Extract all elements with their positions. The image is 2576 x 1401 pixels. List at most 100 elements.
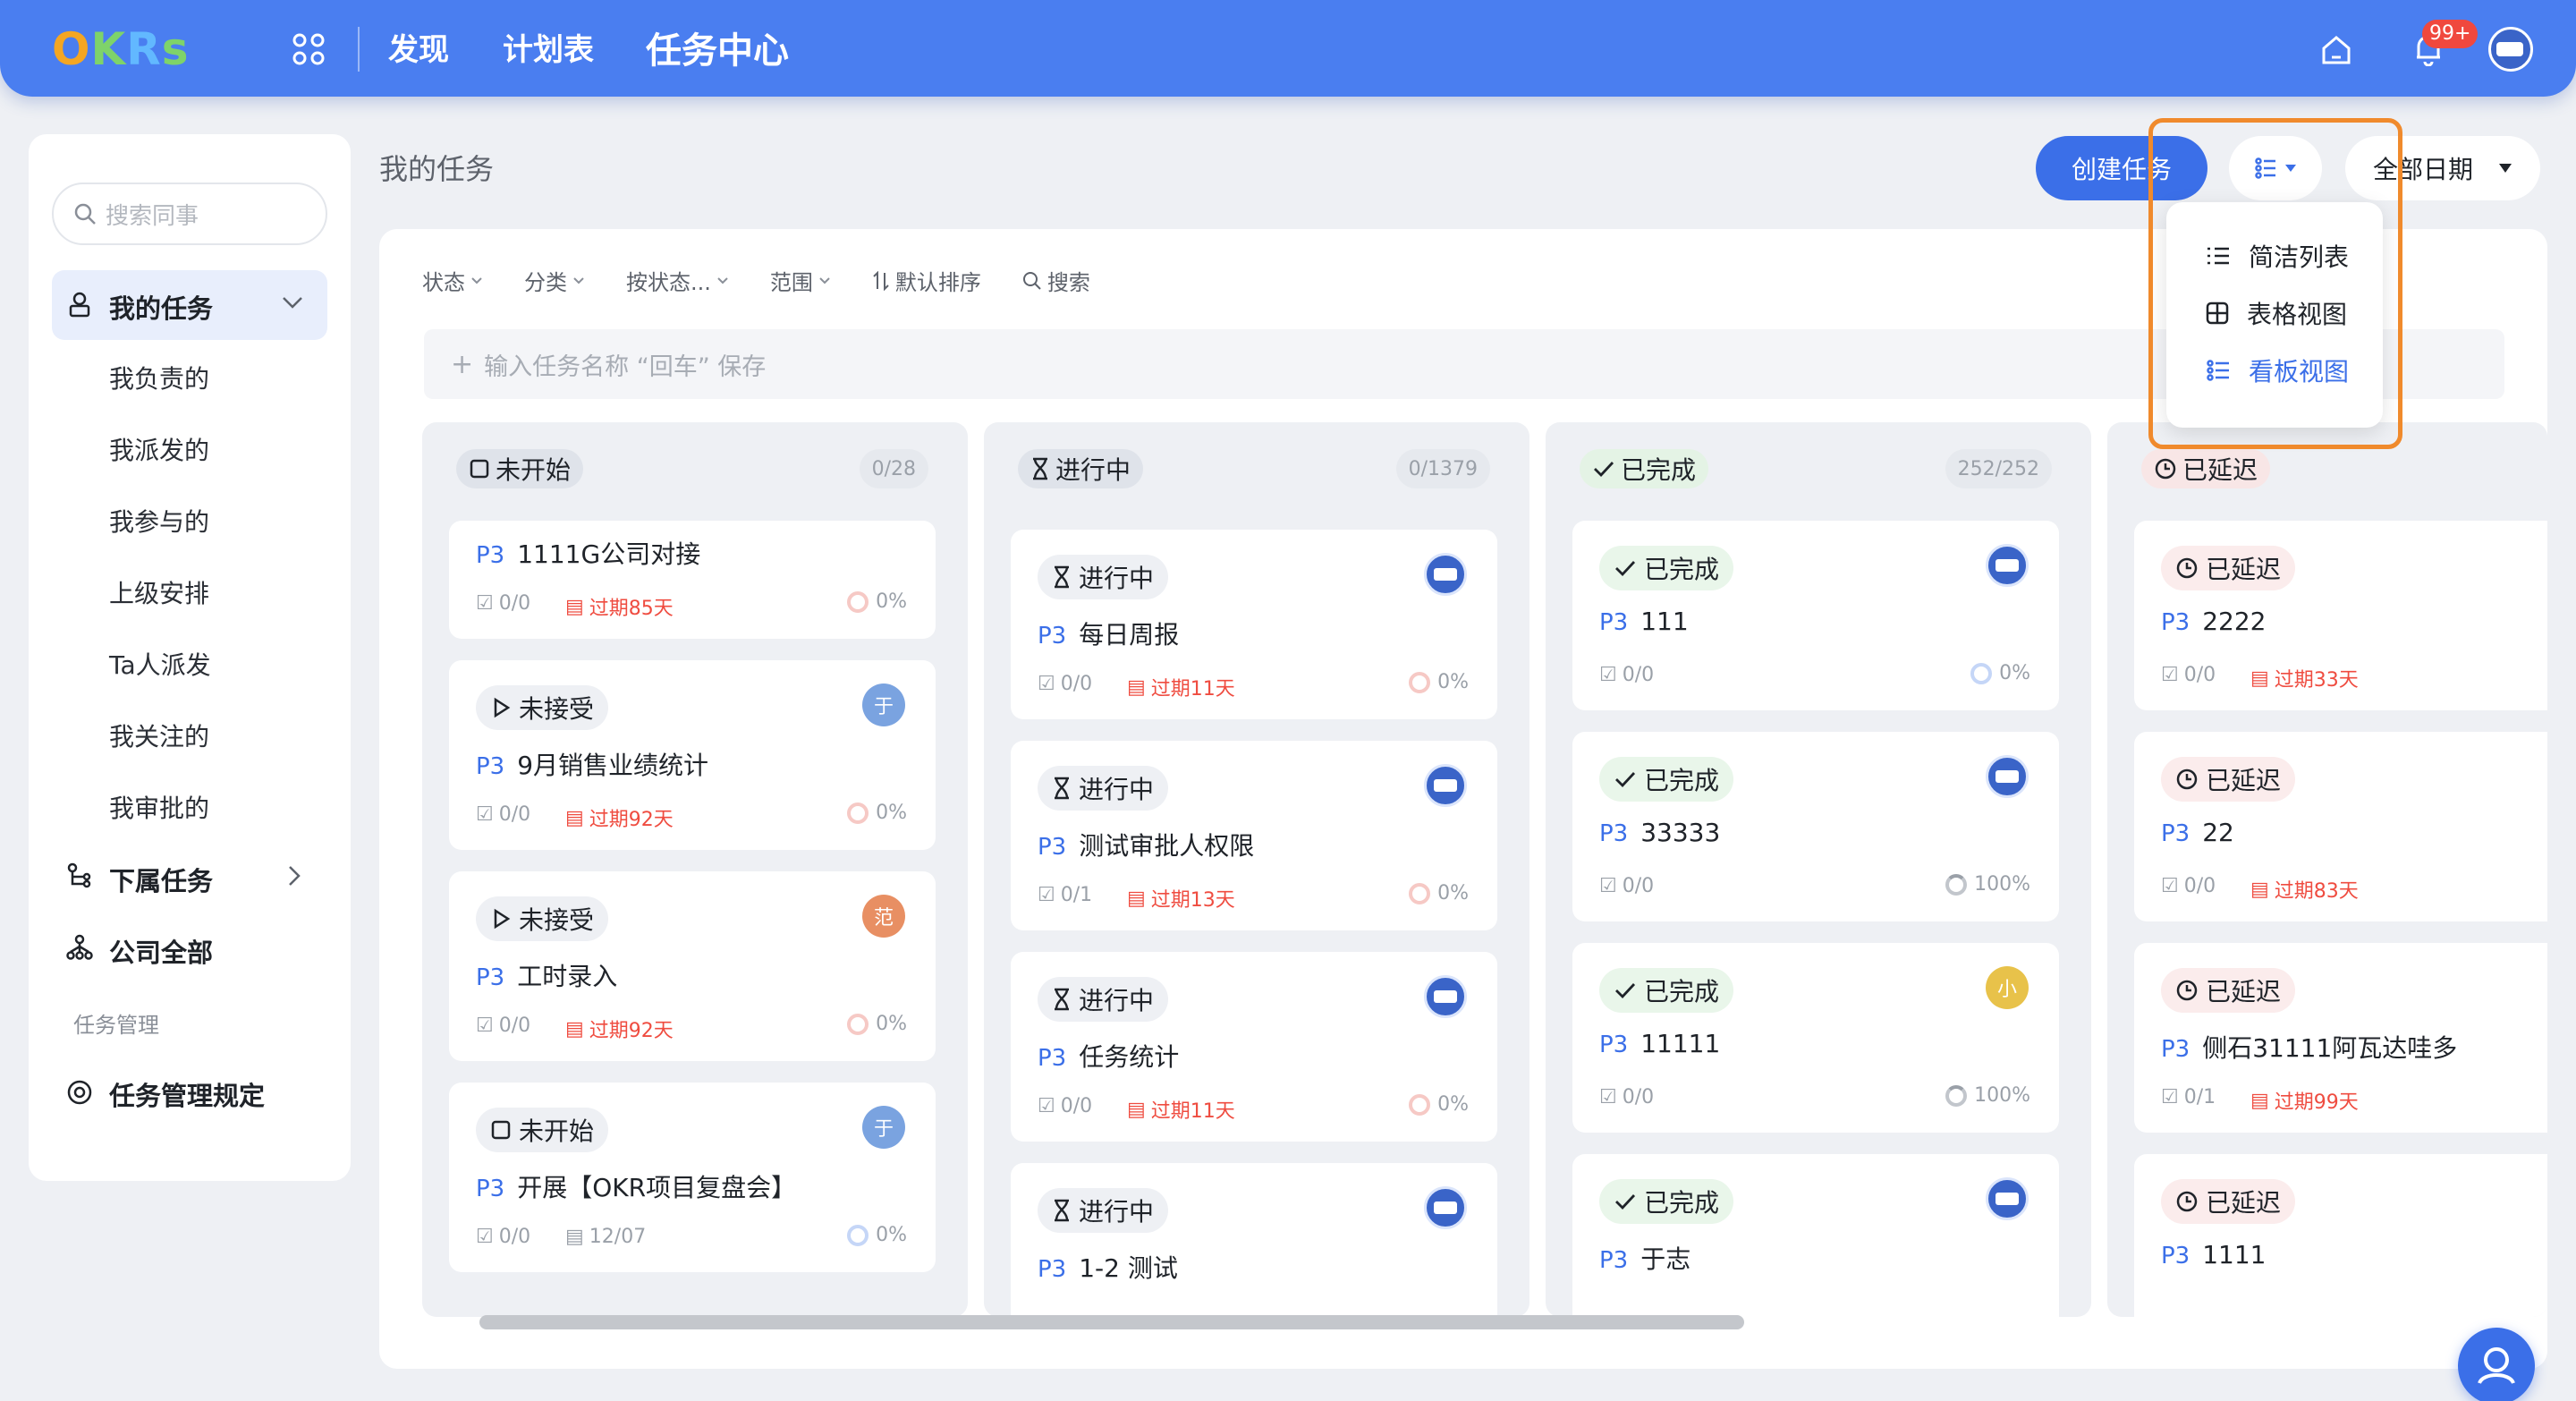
subtask-count: ☑ 0/0 <box>476 803 531 826</box>
nav-planner[interactable]: 计划表 <box>503 25 594 69</box>
square-icon <box>491 1120 511 1140</box>
task-card[interactable]: 已延迟 P3 1111 <box>2134 1154 2547 1317</box>
task-card[interactable]: 进行中 P3 1-2 测试 <box>1011 1163 1497 1317</box>
task-card[interactable]: 已完成 P3 111 ☑ 0/0 0% <box>1572 521 2059 710</box>
task-title: P3 1-2 测试 <box>1038 1253 1178 1283</box>
column-header: 已完成 <box>1580 449 1709 488</box>
task-card[interactable]: 未开始 于 P3 开展【OKR项目复盘会】 ☑ 0/0 ▤ 12/07 0% <box>449 1083 936 1272</box>
app-logo[interactable]: OKRs <box>52 23 190 75</box>
task-card[interactable]: 已延迟 P3 侧石31111阿瓦达哇多 ☑ 0/1 ▤ 过期99天 <box>2134 943 2547 1133</box>
hourglass-icon <box>1055 777 1069 800</box>
task-title: P3 开展【OKR项目复盘会】 <box>476 1173 797 1202</box>
due-date: ▤ 过期33天 <box>2250 667 2359 692</box>
status-badge: 已完成 <box>1599 968 1734 1013</box>
user-icon <box>2478 1347 2515 1385</box>
status-badge: 进行中 <box>1038 766 1169 811</box>
filter-category[interactable]: 分类 <box>524 265 585 296</box>
progress: 100% <box>1945 1084 2030 1107</box>
sidebar-company-all[interactable]: 公司全部 <box>109 932 213 970</box>
filter-status[interactable]: 状态 <box>422 265 483 296</box>
status-badge: 未接受 <box>476 896 609 941</box>
column-count: 0/1379 <box>1395 449 1490 488</box>
task-card[interactable]: 已完成 P3 于志 <box>1572 1154 2059 1317</box>
sort-icon <box>873 270 889 291</box>
horizontal-scrollbar[interactable] <box>479 1315 1744 1329</box>
avatar: 于 <box>862 684 905 726</box>
progress: 0% <box>847 1013 907 1035</box>
task-card[interactable]: 进行中 P3 每日周报 ☑ 0/0 ▤ 过期11天 0% <box>1011 530 1497 719</box>
sidebar-item-followed[interactable]: 我关注的 <box>109 717 209 753</box>
home-icon[interactable] <box>2320 34 2352 66</box>
sort-default[interactable]: 默认排序 <box>872 265 981 296</box>
status-badge: 已延迟 <box>2161 1179 2296 1224</box>
task-title: P3 工时录入 <box>476 962 618 991</box>
subordinate-icon <box>66 862 95 891</box>
page-title: 我的任务 <box>379 152 495 186</box>
task-card[interactable]: 未接受 范 P3 工时录入 ☑ 0/0 ▤ 过期92天 0% <box>449 871 936 1061</box>
filter-scope[interactable]: 范围 <box>770 265 831 296</box>
play-icon <box>494 697 511 718</box>
nav-discover[interactable]: 发现 <box>388 25 449 69</box>
column-header: 进行中 <box>1018 449 1144 488</box>
progress: 0% <box>847 802 907 824</box>
status-badge: 未接受 <box>476 685 609 730</box>
clock-icon <box>2155 458 2176 480</box>
task-card[interactable]: 已延迟 P3 2222 ☑ 0/0 ▤ 过期33天 <box>2134 521 2547 710</box>
progress: 0% <box>847 590 907 613</box>
status-badge: 已延迟 <box>2161 757 2296 802</box>
subtask-count: ☑ 0/0 <box>476 592 531 615</box>
task-card[interactable]: P3 1111G公司对接 ☑ 0/0 ▤ 过期85天 0% <box>449 521 936 639</box>
task-card[interactable]: 进行中 P3 测试审批人权限 ☑ 0/1 ▤ 过期13天 0% <box>1011 741 1497 930</box>
avatar <box>1986 755 2029 798</box>
hourglass-icon <box>1033 457 1047 480</box>
subtask-count: ☑ 0/1 <box>2161 1086 2216 1108</box>
task-card[interactable]: 已完成 小 P3 11111 ☑ 0/0 100% <box>1572 943 2059 1133</box>
task-card[interactable]: 已完成 P3 33333 ☑ 0/0 100% <box>1572 732 2059 921</box>
column-count: 0/28 <box>859 449 928 488</box>
help-float-button[interactable] <box>2458 1328 2535 1401</box>
chevron-right-icon[interactable] <box>286 864 302 887</box>
due-date: ▤ 过期11天 <box>1127 1098 1235 1124</box>
status-badge: 进行中 <box>1038 555 1169 599</box>
search-colleague-input[interactable]: 搜索同事 <box>52 183 327 245</box>
avatar: 范 <box>862 895 905 938</box>
sidebar-item-dispatched[interactable]: 我派发的 <box>109 431 209 467</box>
apps-icon[interactable] <box>292 32 326 66</box>
sidebar-item-participated[interactable]: 我参与的 <box>109 503 209 539</box>
task-card[interactable]: 进行中 P3 任务统计 ☑ 0/0 ▤ 过期11天 0% <box>1011 952 1497 1142</box>
task-title: P3 11111 <box>1599 1029 1721 1058</box>
filter-group-by[interactable]: 按状态... <box>626 265 729 296</box>
status-badge: 未开始 <box>476 1108 609 1152</box>
check-icon <box>1615 772 1636 788</box>
quick-add-placeholder: 输入任务名称 “回车” 保存 <box>484 352 767 381</box>
target-icon <box>66 1079 95 1108</box>
sidebar-item-responsible[interactable]: 我负责的 <box>109 360 209 395</box>
filter-search[interactable]: 搜索 <box>1022 265 1090 296</box>
task-title: P3 任务统计 <box>1038 1042 1180 1072</box>
task-title: P3 111 <box>1599 607 1689 636</box>
task-card[interactable]: 已延迟 P3 22 ☑ 0/0 ▤ 过期83天 <box>2134 732 2547 921</box>
due-date: ▤ 过期85天 <box>565 595 674 621</box>
sidebar-item-approved[interactable]: 我审批的 <box>109 789 209 825</box>
search-icon <box>74 203 96 225</box>
clock-icon <box>2176 557 2198 579</box>
user-avatar[interactable] <box>2488 27 2533 72</box>
nav-task-center[interactable]: 任务中心 <box>646 21 789 73</box>
avatar <box>1986 1177 2029 1220</box>
check-icon <box>1615 561 1636 577</box>
subtask-count: ☑ 0/0 <box>1599 1086 1655 1108</box>
sidebar-item-others[interactable]: Ta人派发 <box>109 646 211 682</box>
sidebar-sub-tasks[interactable]: 下属任务 <box>109 861 213 898</box>
task-title: P3 侧石31111阿瓦达哇多 <box>2161 1033 2458 1063</box>
clock-icon <box>2176 980 2198 1001</box>
due-date: ▤ 过期13天 <box>1127 887 1235 913</box>
sidebar-rules[interactable]: 任务管理规定 <box>109 1075 265 1113</box>
task-card[interactable]: 未接受 于 P3 9月销售业绩统计 ☑ 0/0 ▤ 过期92天 0% <box>449 660 936 850</box>
sidebar-item-superior[interactable]: 上级安排 <box>109 574 209 610</box>
avatar: 小 <box>1986 966 2029 1009</box>
kanban-column-completed: 已完成 252/252 已完成 P3 111 ☑ 0/0 0% 已完成 P3 3333… <box>1546 422 2091 1317</box>
chevron-down-icon[interactable] <box>281 293 304 311</box>
avatar <box>1424 1186 1467 1229</box>
filter-bar: 状态 分类 按状态... 范围 默认排序 搜索 <box>422 265 1090 296</box>
progress: 100% <box>1945 873 2030 896</box>
